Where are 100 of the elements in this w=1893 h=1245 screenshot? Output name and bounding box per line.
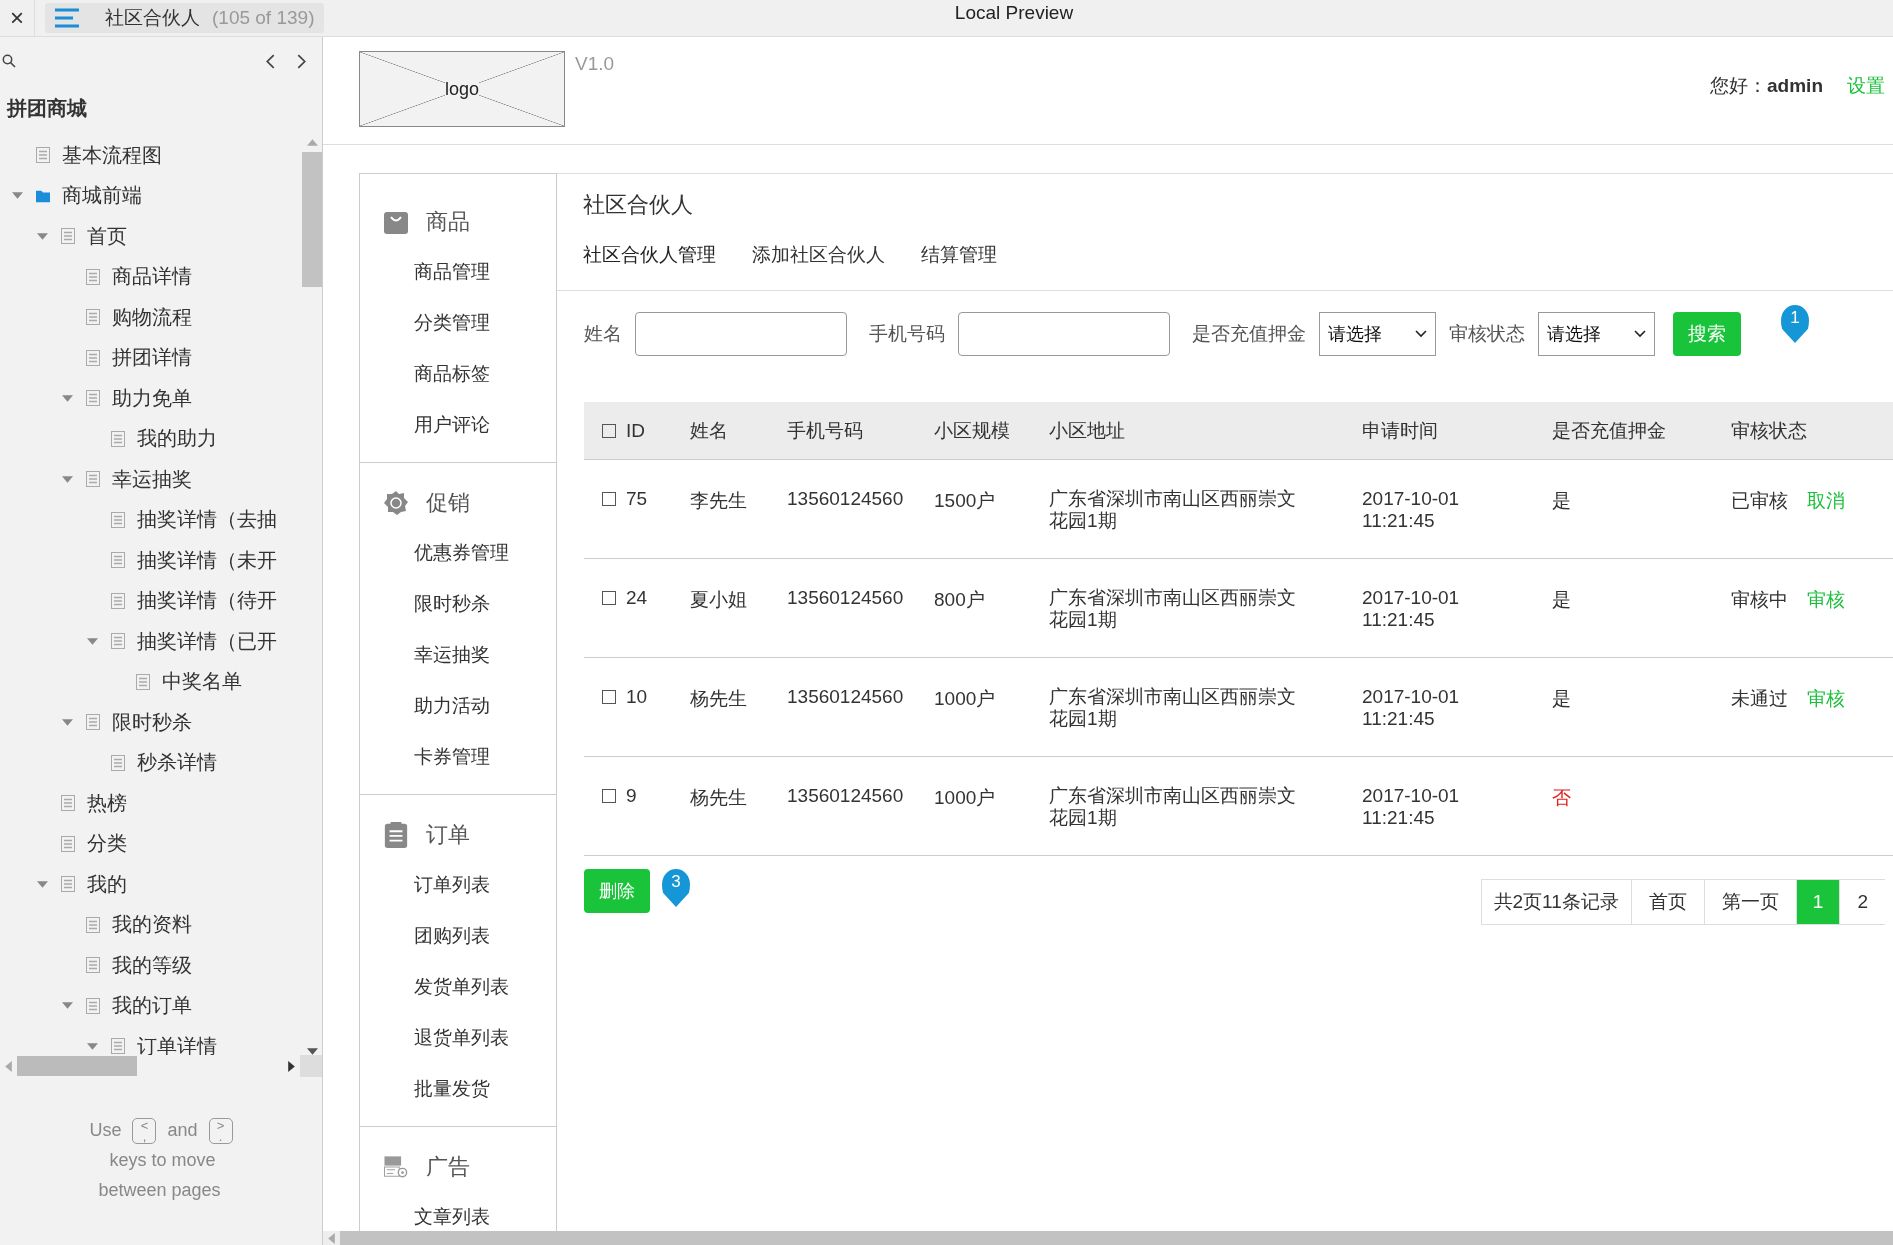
tree-item[interactable]: 订单详情 xyxy=(137,1032,217,1055)
checkbox[interactable] xyxy=(602,423,616,438)
table-cell-text: 广东省深圳市南山区西丽崇文花园1期 xyxy=(1049,686,1297,730)
column-header: 是否充值押金 xyxy=(1552,419,1666,441)
nav-item[interactable]: 卡券管理 xyxy=(360,731,556,782)
expand-arrow-icon[interactable] xyxy=(62,716,73,728)
table-cell: 1000户 xyxy=(934,688,996,709)
tree-item[interactable]: 商城前端 xyxy=(62,182,142,210)
column-header: 申请时间 xyxy=(1362,419,1438,441)
tree-item[interactable]: 我的助力 xyxy=(137,425,217,453)
tree-item[interactable]: 抽奖详情（去抽 xyxy=(137,506,277,534)
expand-arrow-icon[interactable] xyxy=(87,635,98,647)
expand-arrow-icon[interactable] xyxy=(87,1040,98,1052)
caret-icon xyxy=(1415,330,1427,338)
search-icon[interactable] xyxy=(2,54,16,68)
nav-item[interactable]: 退货单列表 xyxy=(360,1012,556,1063)
tree-item[interactable]: 我的订单 xyxy=(112,992,192,1020)
tree-item[interactable]: 抽奖详情（待开 xyxy=(137,587,277,615)
page-icon xyxy=(111,430,125,447)
tree-item[interactable]: 我的资料 xyxy=(112,911,192,939)
expand-arrow-icon[interactable] xyxy=(62,392,73,404)
nav-item[interactable]: 分类管理 xyxy=(360,297,556,348)
tree-item[interactable]: 幸运抽奖 xyxy=(112,465,192,493)
page-title: 社区合伙人 xyxy=(105,6,200,30)
tree-item[interactable]: 购物流程 xyxy=(112,303,192,331)
nav-item[interactable]: 用户评论 xyxy=(360,399,556,450)
tree-item[interactable]: 限时秒杀 xyxy=(112,708,192,736)
page-icon xyxy=(61,876,75,893)
checkbox[interactable] xyxy=(602,789,616,803)
tree-item[interactable]: 秒杀详情 xyxy=(137,749,217,777)
tree-item[interactable]: 首页 xyxy=(87,222,127,250)
tree-item[interactable]: 助力免单 xyxy=(112,384,192,412)
menu-icon[interactable] xyxy=(55,8,79,28)
column-header: 姓名 xyxy=(690,419,728,441)
input-field[interactable] xyxy=(958,312,1170,356)
scrollbar-thumb[interactable] xyxy=(17,1056,137,1076)
table-cell: 1500户 xyxy=(934,490,996,511)
nav-item[interactable]: 优惠券管理 xyxy=(360,527,556,578)
page-button[interactable]: 2 xyxy=(1839,879,1885,925)
table-cell: 800户 xyxy=(934,589,985,610)
bag-icon xyxy=(384,209,408,235)
nav-item[interactable]: 订单列表 xyxy=(360,859,556,910)
nav-item[interactable]: 商品标签 xyxy=(360,348,556,399)
scroll-right-icon[interactable] xyxy=(288,1060,295,1072)
input-field[interactable] xyxy=(635,312,847,356)
checkbox[interactable] xyxy=(602,492,616,506)
expand-arrow-icon[interactable] xyxy=(37,230,48,242)
nav-section-title: 商品 xyxy=(426,208,470,236)
tree-item[interactable]: 抽奖详情（已开 xyxy=(137,627,277,655)
next-page-icon[interactable] xyxy=(297,53,306,69)
filter-label: 姓名 xyxy=(584,322,622,346)
tab[interactable]: 结算管理 xyxy=(921,242,997,270)
column-header: ID xyxy=(626,419,645,441)
tree-item[interactable]: 拼团详情 xyxy=(112,344,192,372)
nav-item[interactable]: 团购列表 xyxy=(360,910,556,961)
scrollbar-corner xyxy=(300,1055,322,1077)
tree-item[interactable]: 中奖名单 xyxy=(162,668,242,696)
filter-label: 手机号码 xyxy=(869,322,945,346)
scroll-left-icon[interactable] xyxy=(328,1232,335,1244)
scroll-left-icon[interactable] xyxy=(5,1060,12,1072)
page-icon xyxy=(86,997,100,1014)
tree-item[interactable]: 基本流程图 xyxy=(62,141,162,169)
tree-item[interactable]: 分类 xyxy=(87,830,127,858)
nav-item[interactable]: 限时秒杀 xyxy=(360,578,556,629)
page-icon xyxy=(61,228,75,245)
nav-item[interactable]: 助力活动 xyxy=(360,680,556,731)
scroll-up-icon[interactable] xyxy=(306,139,318,146)
tab[interactable]: 添加社区合伙人 xyxy=(752,242,885,270)
keyboard-key: > . xyxy=(208,1118,233,1145)
page-heading: 社区合伙人 xyxy=(583,191,694,219)
nav-item[interactable]: 批量发货 xyxy=(360,1063,556,1114)
checkbox[interactable] xyxy=(602,591,616,605)
table-cell: 13560124560 xyxy=(787,587,904,608)
nav-item[interactable]: 商品管理 xyxy=(360,246,556,297)
tree-item[interactable]: 我的等级 xyxy=(112,951,192,979)
expand-arrow-icon[interactable] xyxy=(62,473,73,485)
previous-page-icon[interactable] xyxy=(266,53,275,69)
nav-item[interactable]: 幸运抽奖 xyxy=(360,629,556,680)
tab[interactable]: 社区合伙人管理 xyxy=(583,242,716,270)
close-button[interactable]: × xyxy=(0,0,35,36)
tree-item[interactable]: 商品详情 xyxy=(112,263,192,291)
caret-icon xyxy=(1634,330,1646,338)
page-button[interactable]: 第一页 xyxy=(1703,879,1796,925)
expand-arrow-icon[interactable] xyxy=(62,1000,73,1012)
expand-arrow-icon[interactable] xyxy=(12,190,23,202)
page-tab[interactable]: 社区合伙人 (105 of 139) xyxy=(45,3,325,33)
tree-item[interactable]: 抽奖详情（未开 xyxy=(137,546,277,574)
nav-item[interactable]: 发货单列表 xyxy=(360,961,556,1012)
select-dropdown[interactable]: 请选择 xyxy=(1319,312,1436,356)
page-icon xyxy=(111,754,125,771)
scrollbar-thumb[interactable] xyxy=(302,152,322,287)
help-text: and xyxy=(167,1120,198,1140)
checkbox[interactable] xyxy=(602,690,616,704)
select-dropdown[interactable]: 请选择 xyxy=(1538,312,1655,356)
expand-arrow-icon[interactable] xyxy=(37,878,48,890)
badge-icon xyxy=(384,490,408,516)
page-button[interactable]: 首页 xyxy=(1630,879,1704,925)
nav-item[interactable]: 文章列表 xyxy=(360,1191,556,1231)
tree-item[interactable]: 热榜 xyxy=(87,789,127,817)
tree-item[interactable]: 我的 xyxy=(87,870,127,898)
